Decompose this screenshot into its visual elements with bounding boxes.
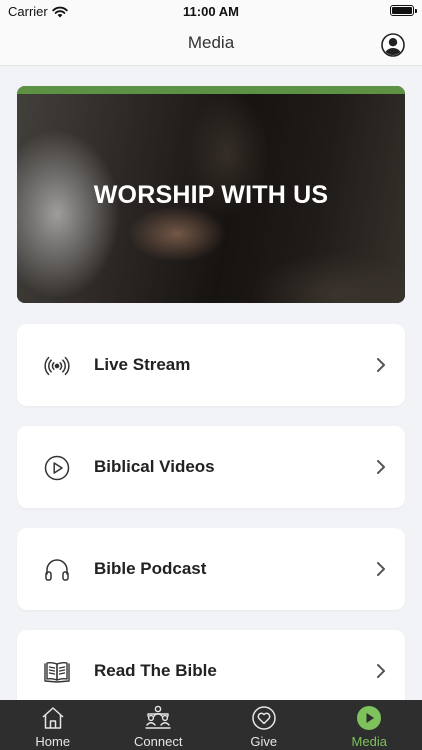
page-title: Media (187, 33, 235, 52)
bible-podcast-label: Bible Podcast (94, 559, 207, 578)
tab-give[interactable]: Give (211, 700, 317, 750)
play-circle-icon (44, 455, 70, 481)
book-icon (44, 661, 70, 683)
live-stream-item[interactable]: Live Stream (17, 324, 405, 406)
biblical-videos-label: Biblical Videos (94, 457, 215, 476)
status-time: 11:00 AM (183, 4, 239, 19)
broadcast-icon (44, 356, 70, 376)
live-stream-label: Live Stream (94, 355, 191, 374)
profile-avatar-icon[interactable] (381, 33, 405, 57)
play-icon (357, 706, 382, 730)
tab-media-label: Media (351, 734, 387, 749)
heart-circle-icon (252, 706, 276, 730)
banner-heading: WORSHIP WITH US (93, 181, 329, 209)
chevron-right-icon (377, 460, 385, 474)
people-icon (145, 705, 171, 729)
biblical-videos-item[interactable]: Biblical Videos (17, 426, 405, 508)
read-the-bible-label: Read The Bible (94, 661, 217, 680)
chevron-right-icon (377, 562, 385, 576)
navigation-bar: Media (0, 22, 422, 66)
headphones-icon (45, 559, 69, 581)
bible-podcast-item[interactable]: Bible Podcast (17, 528, 405, 610)
worship-banner[interactable]: WORSHIP WITH US (17, 86, 405, 303)
battery-icon (390, 5, 417, 16)
tab-give-label: Give (250, 734, 278, 749)
tab-media[interactable]: Media (317, 700, 422, 750)
status-bar: Carrier 11:00 AM (0, 0, 422, 22)
tab-connect[interactable]: Connect (106, 700, 212, 750)
tab-connect-label: Connect (134, 734, 183, 749)
chevron-right-icon (377, 664, 385, 678)
tab-home[interactable]: Home (0, 700, 106, 750)
tab-bar: Home Connect Give Media (0, 700, 422, 750)
home-icon (42, 707, 64, 729)
tab-home-label: Home (35, 734, 71, 749)
chevron-right-icon (377, 358, 385, 372)
